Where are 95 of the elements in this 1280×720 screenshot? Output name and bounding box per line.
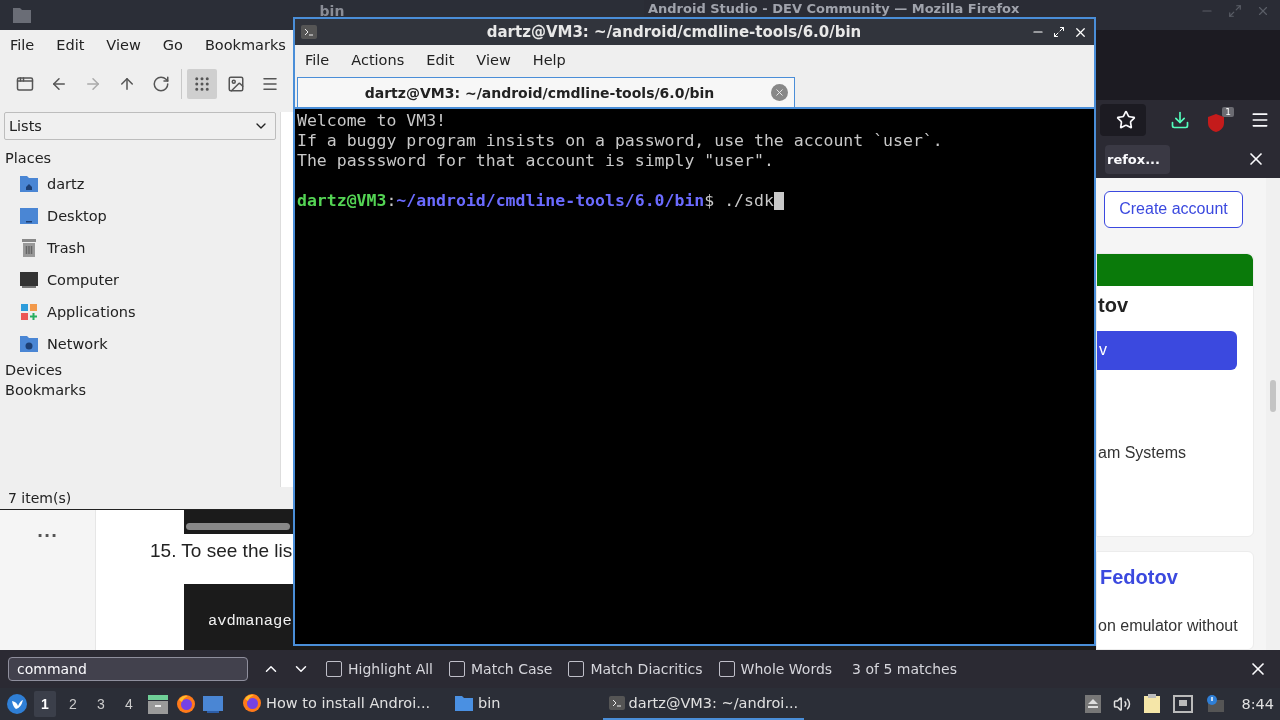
image-icon: [227, 75, 245, 93]
status-text: 7 item(s): [7, 489, 73, 508]
maximize-icon[interactable]: [1053, 26, 1065, 38]
workspace-button[interactable]: 1: [34, 691, 56, 717]
checkbox[interactable]: [449, 661, 465, 677]
close-tab-icon[interactable]: [771, 84, 788, 101]
card-heading: tov: [1098, 293, 1129, 317]
menu-item[interactable]: Actions: [351, 52, 405, 68]
address-field[interactable]: [1100, 104, 1146, 136]
folder-icon: [12, 6, 32, 24]
grid-icon: [193, 75, 211, 93]
text-cursor: [773, 192, 784, 210]
section-label: Devices: [4, 361, 64, 380]
option-label: Match Case: [471, 661, 553, 677]
desktop-icon[interactable]: [202, 694, 224, 714]
workspace-button[interactable]: 2: [62, 691, 84, 717]
menu-item[interactable]: Edit: [426, 52, 455, 68]
step-text: 15. To see the lis: [150, 540, 294, 562]
network-icon[interactable]: [1173, 695, 1194, 713]
find-field[interactable]: command: [8, 657, 248, 681]
terminal-tab[interactable]: dartz@VM3: ~/android/cmdline-tools/6.0/bin: [297, 77, 795, 107]
create-account-button[interactable]: Create account: [1104, 191, 1243, 228]
menu-item[interactable]: View: [476, 52, 511, 68]
desktop-icon: [19, 207, 39, 225]
option-label: Highlight All: [348, 661, 433, 677]
terminal-screen[interactable]: Welcome to VM3! If a buggy program insists on a password, use the account `user`. The passsword for that account is simply "user". dartz@VM3:~/android/cmdline-tools/6.0/bin$ ./sdk: [295, 109, 1094, 644]
code-text: avdmanage: [208, 612, 292, 630]
trash-icon: [19, 238, 39, 258]
terminal-icon: [608, 696, 625, 710]
terminal-line: Welcome to VM3!: [297, 111, 447, 131]
eject-icon[interactable]: [1085, 695, 1102, 713]
follow-button[interactable]: v: [1097, 330, 1237, 370]
article-text: on emulator without: [1098, 617, 1239, 636]
view-mode-button[interactable]: [187, 69, 217, 99]
checkbox[interactable]: [326, 661, 342, 677]
folder-icon: [454, 694, 475, 712]
clock: 8:44: [1241, 696, 1274, 712]
star-icon[interactable]: [1116, 110, 1136, 130]
pane-dropdown[interactable]: Lists: [4, 112, 276, 140]
scrollbar[interactable]: [186, 523, 290, 530]
place-item[interactable]: Trash: [47, 240, 86, 256]
option-label: Match Diacritics: [590, 661, 703, 677]
window-title: dartz@VM3: ~/android/cmdline-tools/6.0/bin: [485, 23, 863, 41]
prompt-line: dartz@VM3:~/android/cmdline-tools/6.0/bin$ ./sdk: [297, 191, 774, 211]
place-item[interactable]: Desktop: [47, 208, 107, 224]
task-button[interactable]: bin: [448, 688, 507, 720]
tab-chip[interactable]: refox...: [1105, 144, 1170, 174]
file-cabinet-icon[interactable]: [146, 692, 170, 716]
checkbox[interactable]: [568, 661, 585, 677]
menu-item[interactable]: View: [106, 37, 141, 53]
window-title: Android Studio - DEV Community — Mozilla Firefox: [648, 1, 1020, 16]
more-button[interactable]: ...: [36, 522, 59, 540]
start-menu-icon[interactable]: [6, 693, 28, 715]
place-item[interactable]: Applications: [47, 304, 136, 320]
network-folder-icon: [19, 335, 39, 353]
section-label: Bookmarks: [4, 381, 87, 400]
menu-item[interactable]: Go: [162, 37, 183, 53]
section-label: Places: [4, 149, 53, 168]
clipboard-icon[interactable]: [1143, 694, 1162, 714]
scrollbar[interactable]: [1266, 178, 1280, 650]
firefox-icon[interactable]: [176, 694, 196, 714]
workspace-button[interactable]: 4: [118, 691, 140, 717]
menu-item[interactable]: Help: [532, 52, 566, 68]
task-button[interactable]: How to install Androi...: [236, 688, 437, 720]
volume-icon[interactable]: [1113, 695, 1132, 713]
home-folder-icon: [19, 175, 39, 193]
checkbox[interactable]: [718, 661, 735, 677]
place-item[interactable]: Network: [47, 336, 108, 352]
list-icon: [261, 75, 279, 93]
terminal-line: The passsword for that account is simply "user".: [297, 151, 775, 171]
arrow-right-icon: [84, 75, 102, 93]
place-item[interactable]: dartz: [47, 176, 85, 192]
option-label: Whole Words: [740, 661, 833, 677]
terminal-icon: [301, 25, 317, 39]
menu-item[interactable]: Edit: [56, 37, 85, 53]
menu-icon[interactable]: [1250, 110, 1270, 130]
menu-item[interactable]: Bookmarks: [204, 37, 286, 53]
applications-icon: [19, 302, 39, 322]
reload-icon: [152, 75, 170, 93]
workspace-button[interactable]: 3: [90, 691, 112, 717]
menu-item[interactable]: File: [305, 52, 330, 68]
task-button[interactable]: dartz@VM3: ~/androi...: [602, 688, 805, 720]
place-item[interactable]: Computer: [47, 272, 120, 288]
match-count: 3 of 5 matches: [852, 661, 958, 677]
menu-item[interactable]: File: [10, 37, 35, 53]
terminal-line: If a buggy program insists on a password, use the account `user`.: [297, 131, 944, 151]
window-title: bin: [318, 3, 346, 19]
window-icon: [16, 75, 34, 93]
article-link[interactable]: Fedotov: [1100, 566, 1253, 590]
addon-badge: 1: [1222, 107, 1234, 117]
card-text: am Systems: [1098, 443, 1187, 462]
notification-icon[interactable]: [1205, 694, 1226, 714]
computer-icon: [19, 271, 39, 289]
download-icon[interactable]: [1170, 110, 1190, 130]
firefox-icon: [242, 693, 262, 713]
